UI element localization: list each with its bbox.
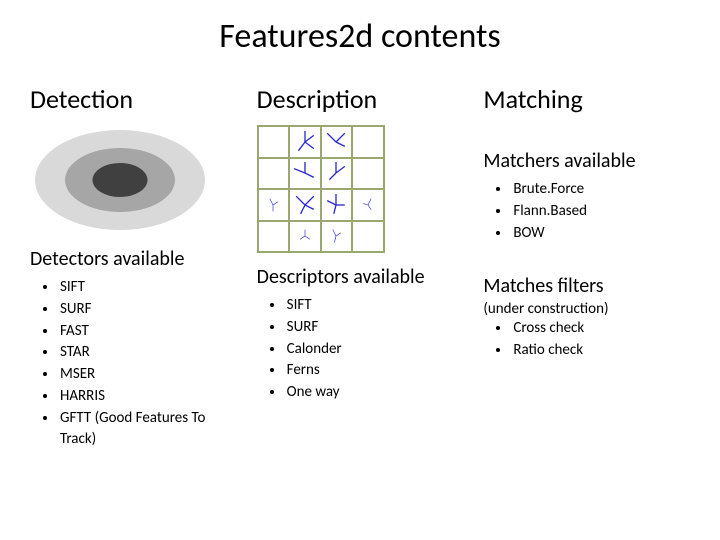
list-item: Calonder bbox=[285, 339, 464, 361]
list-item: BOW bbox=[511, 223, 690, 245]
grid-cell bbox=[258, 126, 290, 158]
arrow-cluster-icon bbox=[360, 197, 376, 213]
filters-heading: Matches filters bbox=[483, 274, 690, 298]
arrow-cluster-icon bbox=[297, 228, 313, 244]
description-grid-illustration bbox=[257, 125, 385, 253]
grid-cell bbox=[289, 158, 321, 190]
list-item: SURF bbox=[285, 317, 464, 339]
list-item: SIFT bbox=[285, 295, 464, 317]
list-item: Ratio check bbox=[511, 340, 690, 362]
columns-row: Detection Detectors available SIFT SURF … bbox=[30, 83, 690, 451]
arrow-cluster-icon bbox=[294, 194, 316, 216]
grid-cell bbox=[258, 158, 290, 190]
list-item: MSER bbox=[58, 364, 237, 386]
list-item: FAST bbox=[58, 321, 237, 343]
grid-cell bbox=[289, 221, 321, 253]
list-item: STAR bbox=[58, 342, 237, 364]
grid-cell bbox=[352, 126, 384, 158]
matchers-list: Brute.Force Flann.Based BOW bbox=[483, 179, 690, 244]
filters-note: (under construction) bbox=[483, 300, 690, 318]
grid-cell bbox=[352, 158, 384, 190]
list-item: Ferns bbox=[285, 360, 464, 382]
detectors-list: SIFT SURF FAST STAR MSER HARRIS GFTT (Go… bbox=[30, 277, 237, 451]
column-detection: Detection Detectors available SIFT SURF … bbox=[30, 83, 237, 451]
grid-cell bbox=[321, 126, 353, 158]
list-item: Flann.Based bbox=[511, 201, 690, 223]
arrow-cluster-icon bbox=[265, 197, 281, 213]
arrow-cluster-icon bbox=[325, 131, 347, 153]
arrow-cluster-icon bbox=[325, 162, 347, 184]
list-item: One way bbox=[285, 382, 464, 404]
arrow-cluster-icon bbox=[328, 228, 344, 244]
list-item: SIFT bbox=[58, 277, 237, 299]
list-item: HARRIS bbox=[58, 386, 237, 408]
description-heading: Description bbox=[257, 83, 464, 115]
grid-cell bbox=[289, 126, 321, 158]
grid-cell bbox=[258, 221, 290, 253]
detectors-subheading: Detectors available bbox=[30, 247, 237, 271]
filters-list: Cross check Ratio check bbox=[483, 318, 690, 362]
arrow-cluster-icon bbox=[294, 162, 316, 184]
list-item: Cross check bbox=[511, 318, 690, 340]
grid-cell bbox=[258, 189, 290, 221]
column-description: Description bbox=[257, 83, 464, 451]
matching-heading: Matching bbox=[483, 83, 690, 115]
descriptors-list: SIFT SURF Calonder Ferns One way bbox=[257, 295, 464, 404]
arrow-cluster-icon bbox=[294, 131, 316, 153]
grid-cell bbox=[289, 189, 321, 221]
grid-cell bbox=[352, 221, 384, 253]
grid-cell bbox=[321, 221, 353, 253]
grid-cell bbox=[321, 158, 353, 190]
list-item: SURF bbox=[58, 299, 237, 321]
detection-ellipse-illustration bbox=[30, 125, 210, 235]
grid-cell bbox=[352, 189, 384, 221]
detection-heading: Detection bbox=[30, 83, 237, 115]
arrow-cluster-icon bbox=[325, 194, 347, 216]
ellipse-inner bbox=[93, 163, 148, 197]
list-item: GFTT (Good Features To Track) bbox=[58, 408, 237, 452]
list-item: Brute.Force bbox=[511, 179, 690, 201]
matchers-subheading: Matchers available bbox=[483, 149, 690, 173]
page-title: Features2d contents bbox=[30, 16, 690, 57]
grid-cell bbox=[321, 189, 353, 221]
descriptors-subheading: Descriptors available bbox=[257, 265, 464, 289]
column-matching: Matching Matchers available Brute.Force … bbox=[483, 83, 690, 451]
